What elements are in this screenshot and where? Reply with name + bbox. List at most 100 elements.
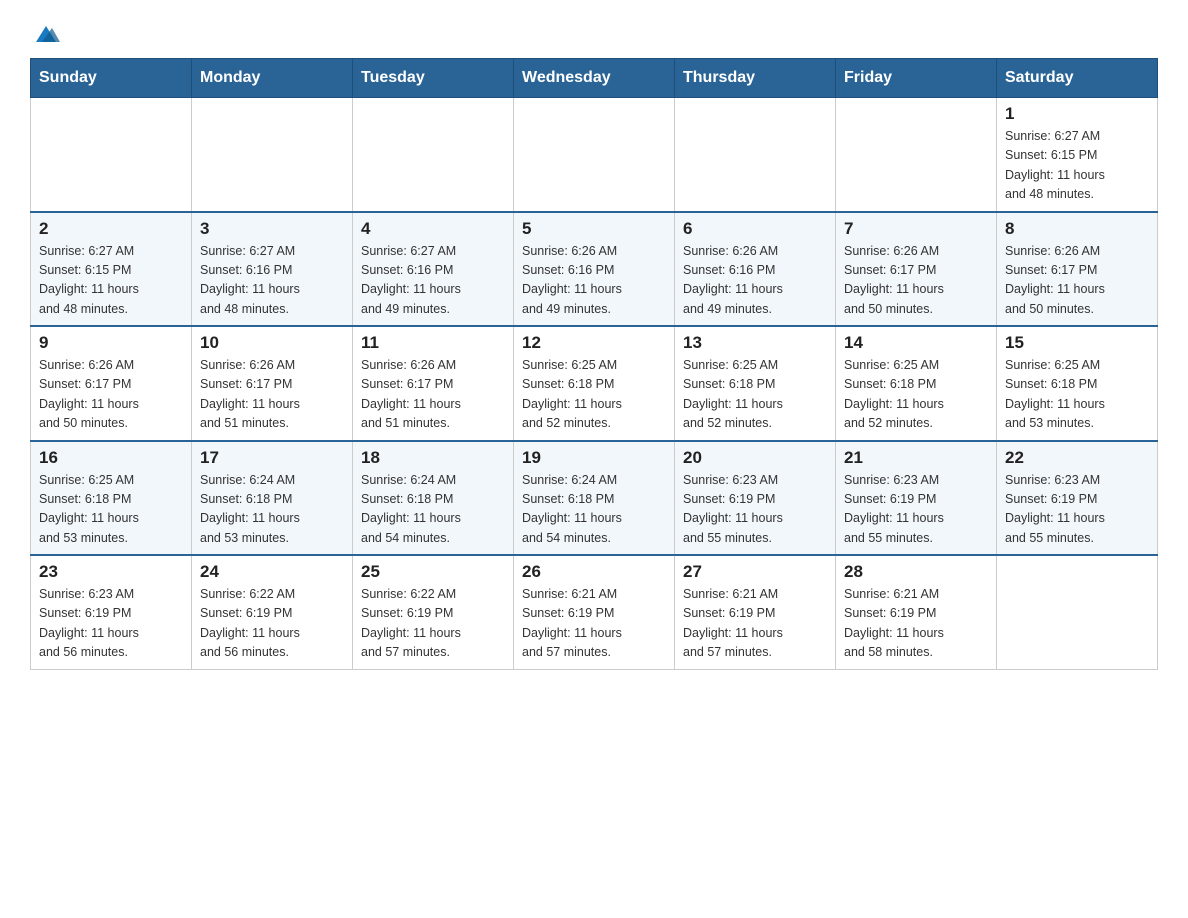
calendar-cell: 22 Sunrise: 6:23 AM Sunset: 6:19 PM Dayli… [997, 441, 1158, 556]
day-number: 25 [361, 562, 505, 582]
day-info: Sunrise: 6:21 AM Sunset: 6:19 PM Dayligh… [522, 585, 666, 663]
day-number: 17 [200, 448, 344, 468]
calendar-cell: 12Sunrise: 6:25 AM Sunset: 6:18 PM Dayli… [514, 326, 675, 441]
day-info: Sunrise: 6:23 AM Sunset: 6:19 PM Dayligh… [683, 471, 827, 549]
day-info: Sunrise: 6:26 AM Sunset: 6:17 PM Dayligh… [361, 356, 505, 434]
calendar-cell: 14Sunrise: 6:25 AM Sunset: 6:18 PM Dayli… [836, 326, 997, 441]
day-number: 9 [39, 333, 183, 353]
calendar-cell: 7 Sunrise: 6:26 AM Sunset: 6:17 PM Daylig… [836, 212, 997, 327]
calendar-cell: 18 Sunrise: 6:24 AM Sunset: 6:18 PM Dayli… [353, 441, 514, 556]
day-info: Sunrise: 6:21 AM Sunset: 6:19 PM Dayligh… [683, 585, 827, 663]
day-number: 3 [200, 219, 344, 239]
header-day-wednesday: Wednesday [514, 59, 675, 98]
calendar-cell [353, 98, 514, 212]
calendar-cell: 6 Sunrise: 6:26 AM Sunset: 6:16 PM Daylig… [675, 212, 836, 327]
day-info: Sunrise: 6:27 AM Sunset: 6:15 PM Dayligh… [1005, 127, 1149, 205]
calendar-cell [675, 98, 836, 212]
header-day-thursday: Thursday [675, 59, 836, 98]
header-row: SundayMondayTuesdayWednesdayThursdayFrid… [31, 59, 1158, 98]
header-day-tuesday: Tuesday [353, 59, 514, 98]
week-row-2: 2 Sunrise: 6:27 AM Sunset: 6:15 PM Daylig… [31, 212, 1158, 327]
day-number: 16 [39, 448, 183, 468]
day-number: 7 [844, 219, 988, 239]
calendar-cell: 13 Sunrise: 6:25 AM Sunset: 6:18 PM Dayli… [675, 326, 836, 441]
calendar-cell: 25 Sunrise: 6:22 AM Sunset: 6:19 PM Dayli… [353, 555, 514, 669]
day-info: Sunrise: 6:25 AM Sunset: 6:18 PM Dayligh… [522, 356, 666, 434]
day-number: 14 [844, 333, 988, 353]
calendar-cell: 5 Sunrise: 6:26 AM Sunset: 6:16 PM Daylig… [514, 212, 675, 327]
day-number: 13 [683, 333, 827, 353]
header-day-saturday: Saturday [997, 59, 1158, 98]
calendar-cell: 26 Sunrise: 6:21 AM Sunset: 6:19 PM Dayli… [514, 555, 675, 669]
day-number: 19 [522, 448, 666, 468]
day-number: 6 [683, 219, 827, 239]
day-number: 22 [1005, 448, 1149, 468]
day-number: 15 [1005, 333, 1149, 353]
calendar-cell: 1 Sunrise: 6:27 AM Sunset: 6:15 PM Daylig… [997, 98, 1158, 212]
header-day-friday: Friday [836, 59, 997, 98]
day-number: 28 [844, 562, 988, 582]
day-info: Sunrise: 6:26 AM Sunset: 6:17 PM Dayligh… [1005, 242, 1149, 320]
header-day-monday: Monday [192, 59, 353, 98]
day-info: Sunrise: 6:24 AM Sunset: 6:18 PM Dayligh… [361, 471, 505, 549]
day-number: 5 [522, 219, 666, 239]
day-info: Sunrise: 6:26 AM Sunset: 6:17 PM Dayligh… [39, 356, 183, 434]
day-info: Sunrise: 6:26 AM Sunset: 6:16 PM Dayligh… [522, 242, 666, 320]
day-number: 2 [39, 219, 183, 239]
calendar-cell: 9 Sunrise: 6:26 AM Sunset: 6:17 PM Daylig… [31, 326, 192, 441]
day-info: Sunrise: 6:27 AM Sunset: 6:15 PM Dayligh… [39, 242, 183, 320]
day-info: Sunrise: 6:26 AM Sunset: 6:16 PM Dayligh… [683, 242, 827, 320]
week-row-3: 9 Sunrise: 6:26 AM Sunset: 6:17 PM Daylig… [31, 326, 1158, 441]
day-info: Sunrise: 6:23 AM Sunset: 6:19 PM Dayligh… [39, 585, 183, 663]
day-info: Sunrise: 6:23 AM Sunset: 6:19 PM Dayligh… [1005, 471, 1149, 549]
day-info: Sunrise: 6:27 AM Sunset: 6:16 PM Dayligh… [361, 242, 505, 320]
week-row-1: 1 Sunrise: 6:27 AM Sunset: 6:15 PM Daylig… [31, 98, 1158, 212]
calendar-cell [836, 98, 997, 212]
day-number: 11 [361, 333, 505, 353]
day-info: Sunrise: 6:25 AM Sunset: 6:18 PM Dayligh… [1005, 356, 1149, 434]
calendar-cell [192, 98, 353, 212]
day-number: 23 [39, 562, 183, 582]
calendar-cell: 10 Sunrise: 6:26 AM Sunset: 6:17 PM Dayli… [192, 326, 353, 441]
calendar-cell: 19 Sunrise: 6:24 AM Sunset: 6:18 PM Dayli… [514, 441, 675, 556]
week-row-4: 16 Sunrise: 6:25 AM Sunset: 6:18 PM Dayli… [31, 441, 1158, 556]
day-number: 18 [361, 448, 505, 468]
calendar-cell: 11 Sunrise: 6:26 AM Sunset: 6:17 PM Dayli… [353, 326, 514, 441]
day-number: 8 [1005, 219, 1149, 239]
day-info: Sunrise: 6:22 AM Sunset: 6:19 PM Dayligh… [200, 585, 344, 663]
day-info: Sunrise: 6:25 AM Sunset: 6:18 PM Dayligh… [39, 471, 183, 549]
week-row-5: 23 Sunrise: 6:23 AM Sunset: 6:19 PM Dayli… [31, 555, 1158, 669]
page-header [30, 20, 1158, 48]
calendar-cell: 3 Sunrise: 6:27 AM Sunset: 6:16 PM Daylig… [192, 212, 353, 327]
day-number: 1 [1005, 104, 1149, 124]
calendar-cell: 23 Sunrise: 6:23 AM Sunset: 6:19 PM Dayli… [31, 555, 192, 669]
day-number: 26 [522, 562, 666, 582]
calendar-cell: 21 Sunrise: 6:23 AM Sunset: 6:19 PM Dayli… [836, 441, 997, 556]
logo [30, 20, 62, 48]
calendar-cell: 17Sunrise: 6:24 AM Sunset: 6:18 PM Dayli… [192, 441, 353, 556]
day-info: Sunrise: 6:27 AM Sunset: 6:16 PM Dayligh… [200, 242, 344, 320]
day-info: Sunrise: 6:23 AM Sunset: 6:19 PM Dayligh… [844, 471, 988, 549]
calendar-cell: 15 Sunrise: 6:25 AM Sunset: 6:18 PM Dayli… [997, 326, 1158, 441]
calendar-body: 1 Sunrise: 6:27 AM Sunset: 6:15 PM Daylig… [31, 98, 1158, 670]
calendar-cell: 20 Sunrise: 6:23 AM Sunset: 6:19 PM Dayli… [675, 441, 836, 556]
calendar-cell: 8 Sunrise: 6:26 AM Sunset: 6:17 PM Daylig… [997, 212, 1158, 327]
day-number: 4 [361, 219, 505, 239]
calendar-cell: 2 Sunrise: 6:27 AM Sunset: 6:15 PM Daylig… [31, 212, 192, 327]
calendar-cell: 28 Sunrise: 6:21 AM Sunset: 6:19 PM Dayli… [836, 555, 997, 669]
day-number: 27 [683, 562, 827, 582]
day-number: 21 [844, 448, 988, 468]
day-info: Sunrise: 6:26 AM Sunset: 6:17 PM Dayligh… [200, 356, 344, 434]
calendar-header: SundayMondayTuesdayWednesdayThursdayFrid… [31, 59, 1158, 98]
day-info: Sunrise: 6:25 AM Sunset: 6:18 PM Dayligh… [683, 356, 827, 434]
day-info: Sunrise: 6:22 AM Sunset: 6:19 PM Dayligh… [361, 585, 505, 663]
day-number: 10 [200, 333, 344, 353]
day-number: 20 [683, 448, 827, 468]
calendar-cell: 24Sunrise: 6:22 AM Sunset: 6:19 PM Dayli… [192, 555, 353, 669]
calendar-cell [514, 98, 675, 212]
day-info: Sunrise: 6:26 AM Sunset: 6:17 PM Dayligh… [844, 242, 988, 320]
day-info: Sunrise: 6:24 AM Sunset: 6:18 PM Dayligh… [522, 471, 666, 549]
day-info: Sunrise: 6:21 AM Sunset: 6:19 PM Dayligh… [844, 585, 988, 663]
calendar-cell: 16 Sunrise: 6:25 AM Sunset: 6:18 PM Dayli… [31, 441, 192, 556]
calendar-table: SundayMondayTuesdayWednesdayThursdayFrid… [30, 58, 1158, 670]
